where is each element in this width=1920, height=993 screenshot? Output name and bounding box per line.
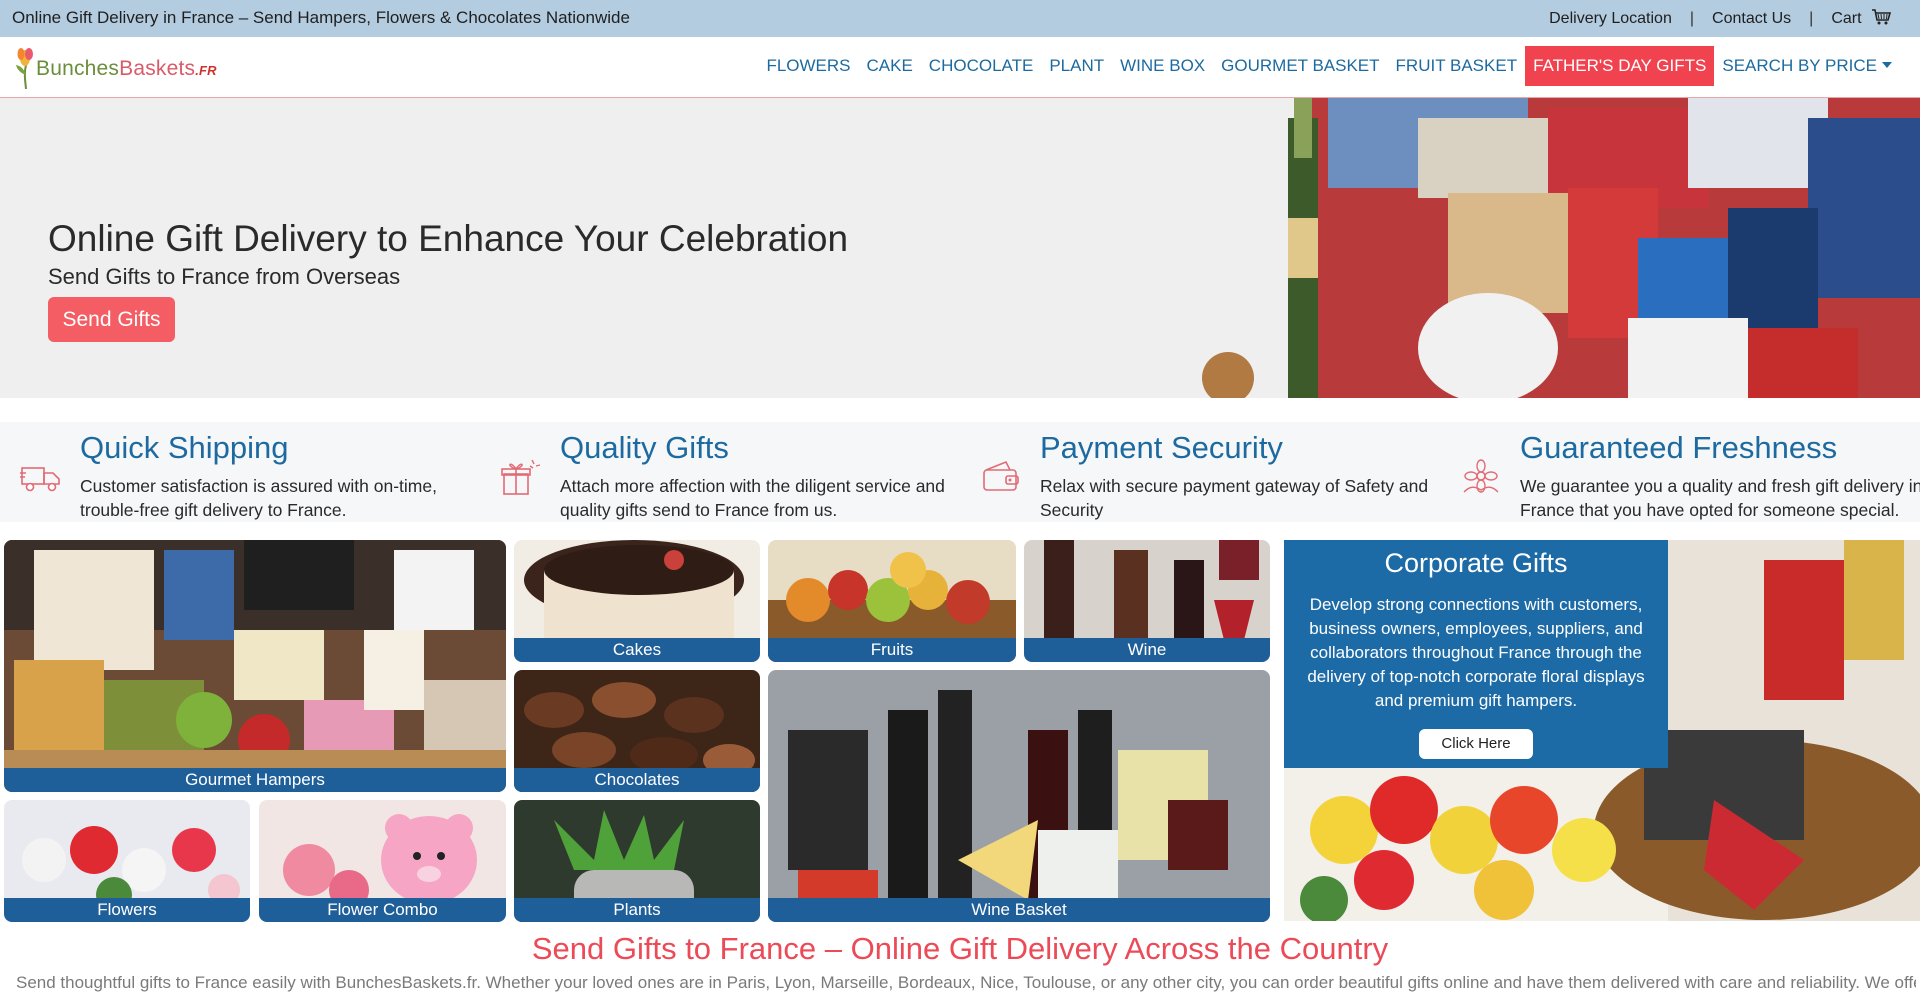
flower-icon (1463, 459, 1499, 493)
gourmet-hampers-image (4, 540, 506, 792)
top-links: Delivery Location | Contact Us | Cart (1549, 9, 1892, 28)
section-text: Send thoughtful gifts to France easily w… (16, 973, 1916, 992)
nav-item-wine-box[interactable]: WINE BOX (1112, 46, 1213, 86)
tile-wine-basket[interactable]: Wine Basket (768, 670, 1270, 922)
caret-down-icon (1882, 62, 1892, 68)
separator: | (1689, 9, 1695, 27)
feature-quick-shipping: Quick Shipping Customer satisfaction is … (20, 430, 490, 520)
tile-caption: Cakes (514, 638, 760, 662)
tile-chocolates[interactable]: Chocolates (514, 670, 760, 792)
feature-title: Guaranteed Freshness (1520, 430, 1838, 465)
features-strip: Quick Shipping Customer satisfaction is … (0, 422, 1920, 522)
cart-icon (1872, 9, 1892, 25)
tile-caption: Fruits (768, 638, 1016, 662)
nav-item-flowers[interactable]: FLOWERS (758, 46, 858, 86)
nav-item-search-by-price[interactable]: SEARCH BY PRICE (1714, 46, 1900, 86)
tile-caption: Flowers (4, 898, 250, 922)
cart-link[interactable]: Cart (1831, 9, 1892, 28)
click-here-button[interactable]: Click Here (1419, 729, 1533, 759)
nav-item-fruit-basket[interactable]: FRUIT BASKET (1388, 46, 1526, 86)
nav-item-fathers-day-gifts[interactable]: FATHER'S DAY GIFTS (1525, 46, 1715, 86)
feature-text: Relax with secure payment gateway of Saf… (1040, 476, 1429, 520)
wine-basket-image (768, 670, 1270, 922)
tile-caption: Chocolates (514, 768, 760, 792)
section-title: Send Gifts to France – Online Gift Deliv… (531, 931, 1389, 966)
feature-title: Payment Security (1040, 430, 1283, 465)
wallet-icon (983, 460, 1019, 491)
tile-plants[interactable]: Plants (514, 800, 760, 922)
top-tagline: Online Gift Delivery in France – Send Ha… (12, 8, 630, 27)
tile-cakes[interactable]: Cakes (514, 540, 760, 662)
feature-text: Customer satisfaction is assured with on… (80, 476, 437, 520)
search-by-price-label: SEARCH BY PRICE (1722, 56, 1877, 75)
corporate-gifts-title: Corporate Gifts (1384, 548, 1568, 578)
nav-item-cake[interactable]: CAKE (859, 46, 921, 86)
tile-caption: Wine Basket (768, 898, 1270, 922)
tile-fruits[interactable]: Fruits (768, 540, 1016, 662)
logo-text: BunchesBaskets.FR (36, 57, 217, 81)
tile-caption: Gourmet Hampers (4, 768, 506, 792)
separator: | (1809, 9, 1814, 27)
cart-label: Cart (1831, 10, 1862, 27)
nav-item-gourmet-basket[interactable]: GOURMET BASKET (1213, 46, 1387, 86)
contact-us-link[interactable]: Contact Us (1712, 10, 1791, 28)
feature-text: Attach more affection with the diligent … (560, 476, 945, 520)
nav-item-plant[interactable]: PLANT (1041, 46, 1112, 86)
corporate-gifts-text: Develop strong connections with customer… (1307, 595, 1645, 710)
hero-subtitle: Send Gifts to France from Overseas (48, 264, 401, 289)
corporate-gifts-banner: Corporate Gifts Develop strong connectio… (1284, 540, 1920, 921)
tile-flowers[interactable]: Flowers (4, 800, 250, 922)
corporate-gifts-panel: Corporate Gifts Develop strong connectio… (1284, 540, 1668, 768)
logo-part-1: Bunches (36, 57, 120, 80)
nav-menu: FLOWERS CAKE CHOCOLATE PLANT WINE BOX GO… (758, 46, 1900, 86)
logo-part-3: .FR (195, 63, 217, 78)
hero-gift-hamper-image (1188, 98, 1920, 398)
tile-caption: Wine (1024, 638, 1270, 662)
feature-title: Quick Shipping (80, 430, 289, 465)
site-logo[interactable]: BunchesBaskets.FR (14, 45, 217, 89)
delivery-location-link[interactable]: Delivery Location (1549, 10, 1672, 28)
feature-payment-security: Payment Security Relax with secure payme… (980, 430, 1450, 520)
tile-gourmet-hampers[interactable]: Gourmet Hampers (4, 540, 506, 792)
tile-caption: Plants (514, 898, 760, 922)
tile-flower-combo[interactable]: Flower Combo (259, 800, 506, 922)
tile-wine[interactable]: Wine (1024, 540, 1270, 662)
top-bar: Online Gift Delivery in France – Send Ha… (0, 0, 1920, 37)
delivery-truck-icon (20, 467, 60, 492)
hero-title: Online Gift Delivery to Enhance Your Cel… (48, 218, 849, 259)
feature-text: We guarantee you a quality and fresh gif… (1520, 476, 1920, 520)
tile-caption: Flower Combo (259, 898, 506, 922)
feature-quality-gifts: Quality Gifts Attach more affection with… (500, 430, 970, 520)
hero-banner: Online Gift Delivery to Enhance Your Cel… (0, 98, 1920, 398)
feature-title: Quality Gifts (560, 430, 729, 465)
main-nav: BunchesBaskets.FR FLOWERS CAKE CHOCOLATE… (0, 37, 1920, 98)
feature-guaranteed-freshness: Guaranteed Freshness We guarantee you a … (1460, 430, 1920, 520)
gift-box-icon (501, 459, 541, 495)
logo-flower-icon (16, 48, 33, 89)
nav-item-chocolate[interactable]: CHOCOLATE (921, 46, 1042, 86)
send-gifts-button[interactable]: Send Gifts (48, 297, 175, 342)
logo-part-2: Baskets (119, 57, 196, 80)
